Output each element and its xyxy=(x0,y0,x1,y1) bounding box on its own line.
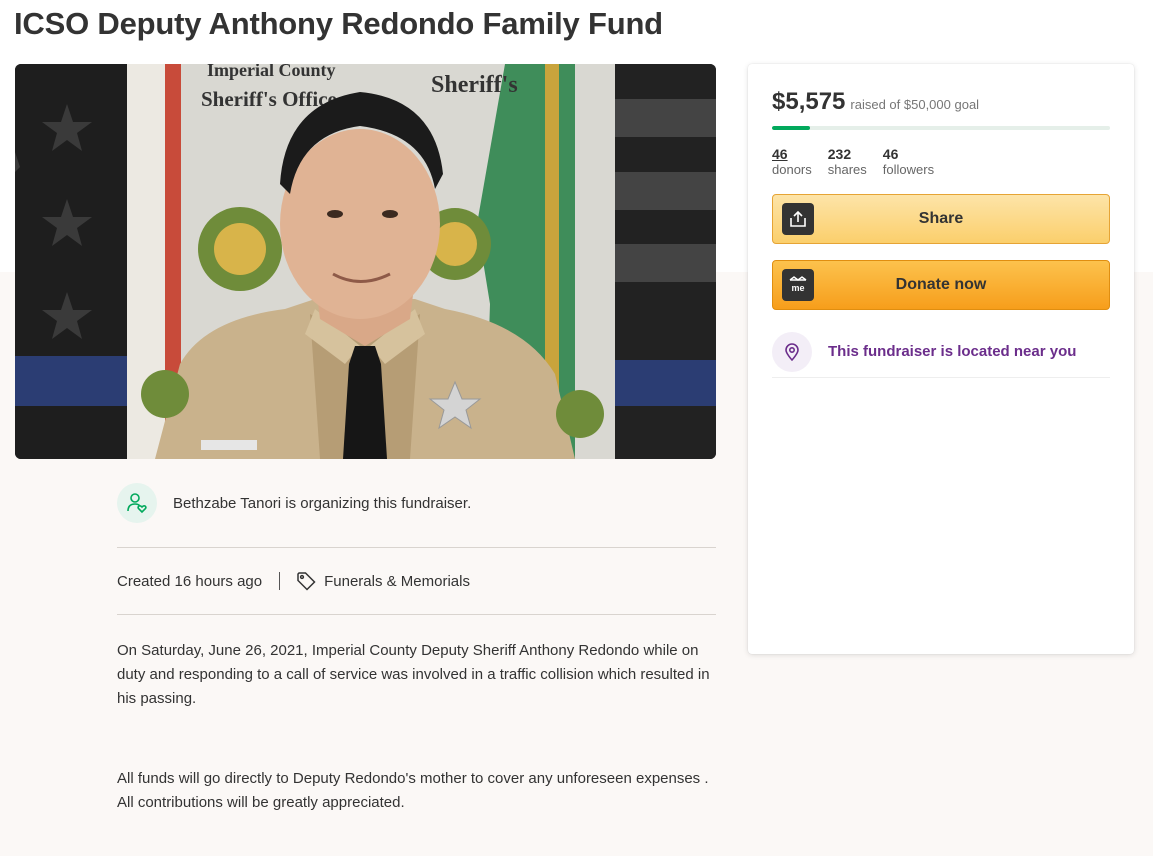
organizer-row: Bethzabe Tanori is organizing this fundr… xyxy=(117,483,471,523)
donors-label: donors xyxy=(772,162,812,177)
stat-donors[interactable]: 46 donors xyxy=(772,146,812,178)
donate-icon-text: me xyxy=(791,283,804,293)
donate-label: Donate now xyxy=(895,276,987,293)
divider xyxy=(117,547,716,548)
donation-card: $5,575 raised of $50,000 goal 46 donors … xyxy=(748,64,1134,654)
share-label: Share xyxy=(918,210,964,227)
goal-text: raised of $50,000 goal xyxy=(850,97,980,112)
tag-icon xyxy=(296,571,316,591)
stats-row: 46 donors 232 shares 46 followers xyxy=(772,146,950,178)
banner-text-1: Imperial County xyxy=(207,64,336,80)
category-link[interactable]: Funerals & Memorials xyxy=(324,573,470,590)
organizer-text: Bethzabe Tanori is organizing this fundr… xyxy=(173,494,472,512)
story-paragraph-2: All funds will go directly to Deputy Red… xyxy=(117,770,709,811)
banner-text-2: Sheriff's Office xyxy=(201,87,337,111)
progress-bar xyxy=(772,126,1110,130)
followers-label: followers xyxy=(882,162,935,177)
banner-text-3: Sheriff's xyxy=(431,72,518,98)
donate-button[interactable]: me Donate now xyxy=(772,260,1110,310)
created-time: Created 16 hours ago xyxy=(117,572,263,590)
user-heart-icon xyxy=(117,483,157,523)
nearby-text: This fundraiser is located near you xyxy=(828,343,1077,360)
stat-followers: 46 followers xyxy=(883,146,934,178)
share-button[interactable]: Share xyxy=(772,194,1110,244)
donors-count[interactable]: 46 xyxy=(772,146,812,162)
shares-count: 232 xyxy=(827,146,852,162)
nearby-notice: This fundraiser is located near you xyxy=(772,326,1110,378)
story-paragraph-1: On Saturday, June 26, 2021, Imperial Cou… xyxy=(117,642,710,707)
stat-shares: 232 shares xyxy=(828,146,867,178)
meta-row: Created 16 hours ago Funerals & Memorial… xyxy=(117,568,470,594)
meta-separator xyxy=(279,572,281,590)
share-upload-icon xyxy=(782,203,814,235)
raised-summary: $5,575 raised of $50,000 goal xyxy=(772,88,979,116)
location-pin-icon xyxy=(772,331,812,372)
gofundme-logo-icon: me xyxy=(782,269,814,301)
page-title: ICSO Deputy Anthony Redondo Family Fund xyxy=(14,6,663,41)
hero-image: Imperial County Sheriff's Office Sheriff… xyxy=(15,64,716,459)
followers-count: 46 xyxy=(882,146,899,162)
shares-label: shares xyxy=(827,162,867,177)
divider xyxy=(117,614,716,615)
hero-photo-illustration: Imperial County Sheriff's Office Sheriff… xyxy=(15,64,716,459)
progress-fill xyxy=(772,126,810,130)
raised-amount: $5,575 xyxy=(772,88,846,115)
